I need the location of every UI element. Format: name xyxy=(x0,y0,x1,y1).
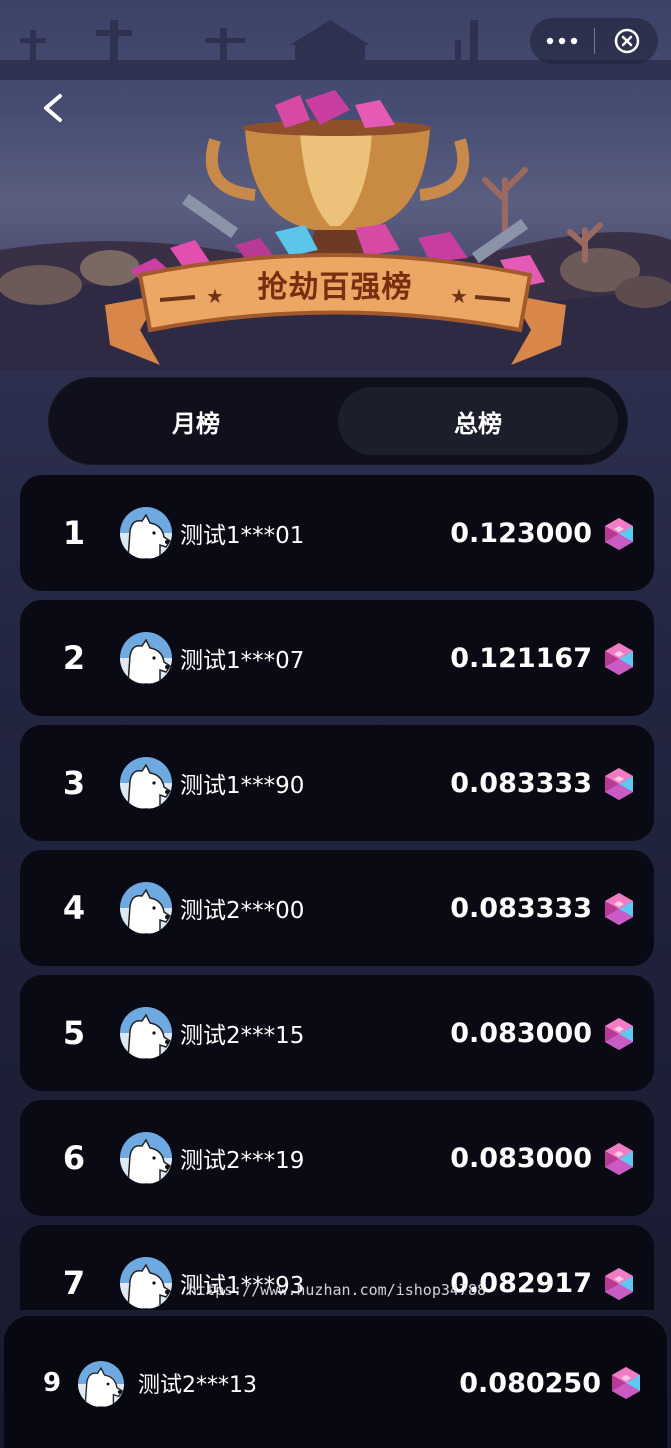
miniprogram-capsule xyxy=(530,18,658,64)
player-name: 测试2***19 xyxy=(180,1148,305,1174)
gem-icon xyxy=(602,892,636,926)
rank-number: 3 xyxy=(62,764,86,802)
ranking-row[interactable]: 4 测试2***00 0.083333 xyxy=(20,850,654,966)
tab-monthly-label: 月榜 xyxy=(172,409,220,438)
my-score-value: 0.080250 xyxy=(459,1367,601,1399)
tab-overall[interactable]: 总榜 xyxy=(338,387,618,455)
gem-icon xyxy=(602,517,636,551)
tab-monthly[interactable]: 月榜 xyxy=(56,387,336,455)
close-circle-icon xyxy=(614,28,639,54)
avatar xyxy=(120,882,172,934)
avatar xyxy=(120,1257,172,1309)
my-player-name: 测试2***13 xyxy=(138,1373,257,1398)
leaderboard-page: ★ ★ 抢劫百强榜 月榜 总榜 1 测试1***01 0.123000 2 测试… xyxy=(0,0,671,1448)
score-value: 0.083333 xyxy=(450,892,592,924)
player-name: 测试1***07 xyxy=(180,648,305,674)
rank-number: 2 xyxy=(62,639,86,677)
tab-overall-label: 总榜 xyxy=(454,409,502,438)
player-name: 测试1***90 xyxy=(180,773,305,799)
watermark-text: https://www.huzhan.com/ishop34788 xyxy=(188,1281,487,1299)
score-value: 0.123000 xyxy=(450,517,592,549)
score-value: 0.083333 xyxy=(450,767,592,799)
ranking-list[interactable]: 1 测试1***01 0.123000 2 测试1***07 0.121167 … xyxy=(0,475,671,1310)
close-button[interactable] xyxy=(595,18,658,64)
score-value: 0.083000 xyxy=(450,1142,592,1174)
ranking-row[interactable]: 3 测试1***90 0.083333 xyxy=(20,725,654,841)
rank-number: 7 xyxy=(62,1264,86,1302)
chevron-left-icon xyxy=(44,94,62,122)
rank-number: 5 xyxy=(62,1014,86,1052)
banner-title: 抢劫百强榜 xyxy=(257,270,413,305)
avatar xyxy=(120,507,172,559)
avatar xyxy=(120,757,172,809)
ranking-row[interactable]: 6 测试2***19 0.083000 xyxy=(20,1100,654,1216)
gem-icon xyxy=(602,642,636,676)
score-value: 0.083000 xyxy=(450,1017,592,1049)
gem-icon xyxy=(602,1267,636,1301)
gem-icon xyxy=(602,1017,636,1051)
rank-number: 4 xyxy=(62,889,86,927)
avatar xyxy=(120,632,172,684)
avatar xyxy=(120,1132,172,1184)
player-name: 测试2***00 xyxy=(180,898,305,924)
tab-bar: 月榜 总榜 xyxy=(48,377,628,465)
more-dots-icon xyxy=(546,37,578,45)
ranking-row[interactable]: 2 测试1***07 0.121167 xyxy=(20,600,654,716)
avatar xyxy=(120,1007,172,1059)
score-value: 0.121167 xyxy=(450,642,592,674)
rank-number: 1 xyxy=(62,514,86,552)
rank-number: 6 xyxy=(62,1139,86,1177)
gem-icon xyxy=(602,1142,636,1176)
ranking-row[interactable]: 5 测试2***15 0.083000 xyxy=(20,975,654,1091)
my-rank-number: 9 xyxy=(42,1368,62,1398)
ranking-row[interactable]: 1 测试1***01 0.123000 xyxy=(20,475,654,591)
back-button[interactable] xyxy=(36,88,72,128)
player-name: 测试2***15 xyxy=(180,1023,305,1049)
gem-icon xyxy=(602,767,636,801)
my-avatar xyxy=(78,1361,124,1407)
my-rank-bar[interactable]: 9 测试2***13 0.080250 xyxy=(4,1316,667,1448)
player-name: 测试1***01 xyxy=(180,523,305,549)
gem-icon xyxy=(609,1366,643,1400)
more-button[interactable] xyxy=(530,18,594,64)
